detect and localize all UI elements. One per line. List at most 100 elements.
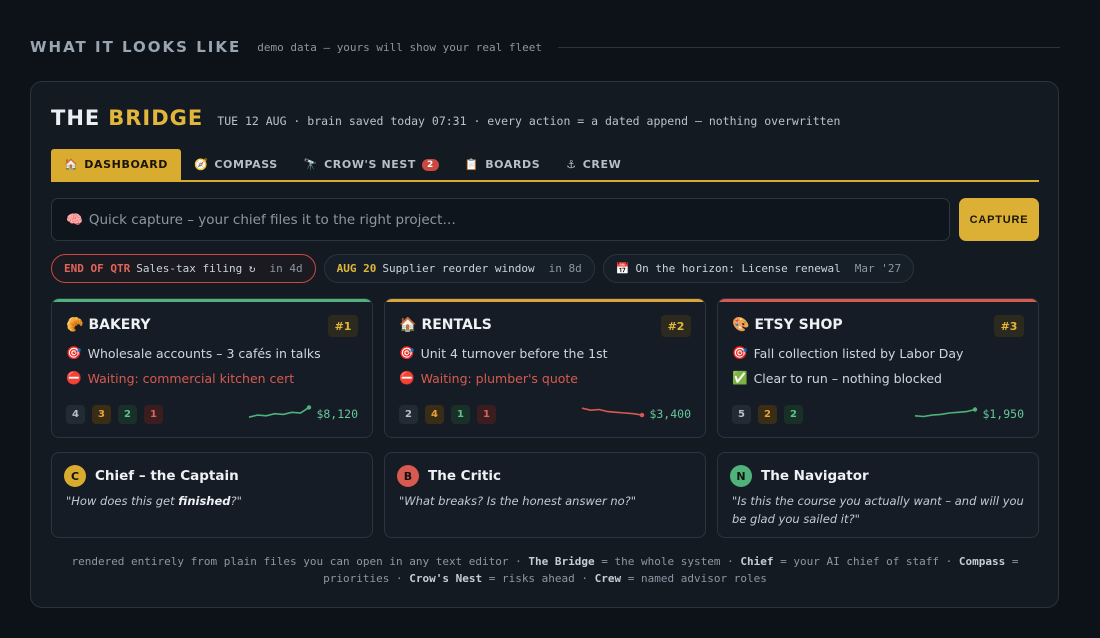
- advisor-header: N The Navigator: [730, 465, 869, 487]
- card-status-text: Waiting: commercial kitchen cert: [87, 370, 295, 386]
- tab-boards[interactable]: 📋 BOARDS: [452, 149, 553, 180]
- quick-capture-input[interactable]: 🧠 Quick capture – your chief files it to…: [51, 198, 950, 241]
- rank-badge: #2: [661, 315, 691, 337]
- tab-label: CROW'S NEST: [324, 158, 417, 171]
- card-amount: $3,400: [649, 407, 691, 421]
- project-card-bakery[interactable]: 🥐 BAKERY #1 🎯 Wholesale accounts – 3 caf…: [51, 298, 373, 438]
- count-badge: 1: [144, 405, 163, 424]
- alert-text: On the horizon: License renewal: [635, 262, 841, 275]
- capture-button[interactable]: CAPTURE: [959, 198, 1039, 241]
- compass-icon: 🧭: [194, 158, 209, 171]
- tab-label: COMPASS: [214, 158, 278, 171]
- rank-badge: #1: [328, 315, 358, 337]
- advisor-card-chief[interactable]: C Chief – the Captain "How does this get…: [51, 452, 373, 538]
- no-entry-icon: ⛔: [399, 370, 415, 385]
- advisor-name: Chief – the Captain: [95, 468, 239, 484]
- avatar: C: [64, 465, 86, 487]
- sparkline: [914, 407, 978, 418]
- capture-placeholder: Quick capture – your chief files it to t…: [88, 211, 456, 228]
- section-title: WHAT IT LOOKS LIKE: [30, 38, 242, 56]
- tab-compass[interactable]: 🧭 COMPASS: [181, 149, 291, 180]
- count-badge: 2: [784, 405, 803, 424]
- footer-text: rendered entirely from plain files you c…: [71, 555, 529, 568]
- quote-emphasis: finished: [178, 494, 231, 508]
- alert-chip[interactable]: 📅 On the horizon: License renewal Mar '2…: [602, 254, 915, 283]
- palette-icon: 🎨: [732, 317, 750, 333]
- sparkline-end-dot: [972, 407, 978, 412]
- alert-chip[interactable]: END OF QTR Sales-tax filing ↻ in 4d: [51, 254, 316, 283]
- alert-text: Supplier reorder window: [382, 262, 535, 275]
- card-goal: 🎯 Unit 4 turnover before the 1st: [399, 345, 608, 361]
- advisor-card-critic[interactable]: B The Critic "What breaks? Is the honest…: [384, 452, 706, 538]
- tab-label: CREW: [582, 158, 622, 171]
- project-card-rentals[interactable]: 🏠 RENTALS #2 🎯 Unit 4 turnover before th…: [384, 298, 706, 438]
- card-status: ⛔ Waiting: plumber's quote: [399, 370, 578, 386]
- card-title: 🏠 RENTALS: [399, 317, 492, 333]
- footer-term: Crew: [594, 572, 622, 585]
- target-icon: 🎯: [66, 345, 82, 360]
- advisor-quote: "What breaks? Is the honest answer no?": [399, 492, 695, 510]
- alerts-row: END OF QTR Sales-tax filing ↻ in 4d AUG …: [51, 254, 915, 283]
- advisor-card-navigator[interactable]: N The Navigator "Is this the course you …: [717, 452, 1039, 538]
- target-icon: 🎯: [399, 345, 415, 360]
- card-accent-bar: [52, 299, 372, 302]
- advisor-header: C Chief – the Captain: [64, 465, 239, 487]
- sparkline-end-dot: [639, 412, 645, 418]
- clipboard-icon: 📋: [464, 158, 480, 171]
- section-subtitle: demo data — yours will show your real fl…: [257, 40, 542, 54]
- card-goal: 🎯 Wholesale accounts – 3 cafés in talks: [66, 345, 321, 361]
- count-badge: 4: [425, 405, 444, 424]
- alert-text: Sales-tax filing ↻: [136, 262, 256, 275]
- alert-chip[interactable]: AUG 20 Supplier reorder window in 8d: [323, 254, 595, 283]
- footer-term: Chief: [740, 555, 774, 568]
- check-icon: ✅: [732, 370, 748, 385]
- sparkline-path: [581, 407, 643, 416]
- tab-label: BOARDS: [485, 158, 541, 171]
- count-badge: 5: [732, 405, 751, 424]
- card-goal-text: Fall collection listed by Labor Day: [753, 345, 964, 361]
- sparkline: [248, 405, 312, 418]
- card-amount: $1,950: [982, 407, 1024, 421]
- bridge-panel: THE BRIDGE TUE 12 AUG · brain saved toda…: [30, 81, 1059, 608]
- card-name: ETSY SHOP: [754, 317, 843, 333]
- tab-dashboard[interactable]: 🏠 DASHBOARD: [51, 149, 182, 180]
- house-icon: 🏠: [64, 158, 79, 171]
- card-accent-bar: [718, 299, 1038, 302]
- project-card-etsy-shop[interactable]: 🎨 ETSY SHOP #3 🎯 Fall collection listed …: [717, 298, 1039, 438]
- rank-badge: #3: [994, 315, 1024, 337]
- sparkline-path: [248, 406, 310, 418]
- quote-text: "What breaks? Is the honest answer no?": [399, 494, 637, 508]
- count-badge: 2: [399, 405, 418, 424]
- card-status-text: Waiting: plumber's quote: [420, 370, 578, 386]
- card-status: ⛔ Waiting: commercial kitchen cert: [66, 370, 294, 386]
- target-icon: 🎯: [732, 345, 748, 360]
- tab-label: DASHBOARD: [84, 158, 169, 171]
- task-counts: 5 2 2: [732, 405, 803, 424]
- bridge-meta: TUE 12 AUG · brain saved today 07:31 · e…: [217, 114, 841, 128]
- tab-badge: 2: [422, 158, 439, 171]
- alert-when: in 4d: [269, 262, 303, 275]
- count-badge: 2: [118, 405, 137, 424]
- tab-crew[interactable]: ⚓ CREW: [553, 149, 634, 180]
- card-title: 🎨 ETSY SHOP: [732, 317, 843, 333]
- count-badge: 1: [451, 405, 470, 424]
- sparkline-path: [914, 408, 976, 418]
- avatar: B: [397, 465, 419, 487]
- tab-crows-nest[interactable]: 🔭 CROW'S NEST 2: [291, 149, 452, 180]
- advisor-quote: "Is this the course you actually want – …: [732, 492, 1028, 528]
- brain-icon: 🧠: [66, 211, 83, 228]
- count-badge: 1: [477, 405, 496, 424]
- bridge-header: THE BRIDGE TUE 12 AUG · brain saved toda…: [51, 106, 840, 134]
- advisor-header: B The Critic: [397, 465, 501, 487]
- card-name: BAKERY: [88, 317, 151, 333]
- advisor-name: The Critic: [428, 468, 501, 484]
- count-badge: 3: [92, 405, 111, 424]
- no-entry-icon: ⛔: [66, 370, 82, 385]
- bridge-title-name: BRIDGE: [108, 106, 204, 130]
- task-counts: 2 4 1 1: [399, 405, 496, 424]
- bridge-title-the: THE: [51, 106, 101, 130]
- croissant-icon: 🥐: [66, 317, 84, 333]
- footer-text: = named advisor roles: [621, 572, 767, 585]
- sparkline-end-dot: [306, 405, 312, 410]
- card-status: ✅ Clear to run – nothing blocked: [732, 370, 942, 386]
